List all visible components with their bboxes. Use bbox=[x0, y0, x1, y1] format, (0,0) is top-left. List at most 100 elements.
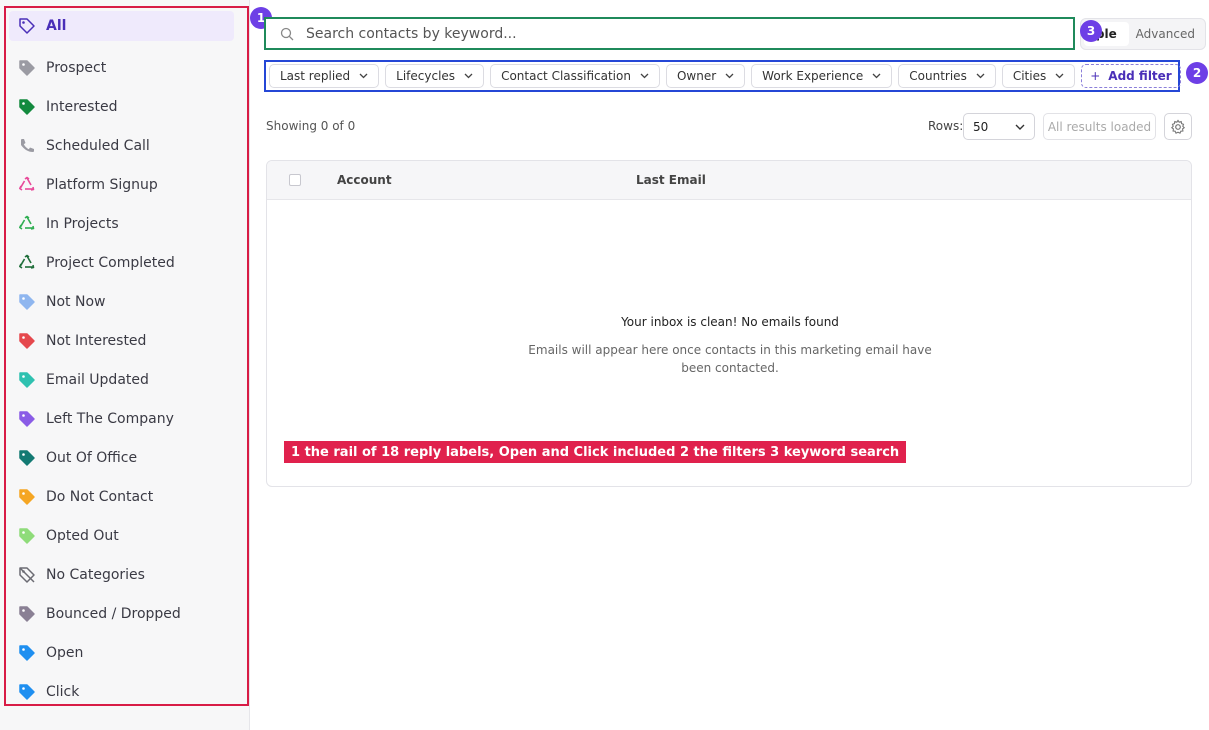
sidebar-item-label: No Categories bbox=[46, 566, 145, 583]
chevron-down-icon bbox=[872, 71, 881, 82]
annotation-legend: 1 the rail of 18 reply labels, Open and … bbox=[284, 441, 907, 463]
sidebar: All Prospect Interested Scheduled Call Platf… bbox=[0, 0, 250, 730]
phone-icon bbox=[17, 136, 37, 156]
plus-icon: + bbox=[1090, 69, 1101, 83]
chevron-down-icon bbox=[725, 71, 734, 82]
reply-labels-rail: All Prospect Interested Scheduled Call Platf… bbox=[4, 6, 249, 706]
annotation-badge-2: 2 bbox=[1186, 62, 1208, 84]
sidebar-item-click[interactable]: Click bbox=[9, 672, 234, 711]
add-filter-button[interactable]: + Add filter bbox=[1081, 64, 1181, 88]
tag-icon bbox=[17, 643, 37, 663]
filter-label: Lifecycles bbox=[396, 69, 456, 83]
tag-icon bbox=[17, 409, 37, 429]
sidebar-item-interested[interactable]: Interested bbox=[9, 87, 234, 126]
sidebar-item-label: Opted Out bbox=[46, 527, 119, 544]
sidebar-item-label: Not Interested bbox=[46, 332, 147, 349]
tag-icon bbox=[17, 604, 37, 624]
filter-last-replied[interactable]: Last replied bbox=[269, 64, 380, 88]
sidebar-item-platform-signup[interactable]: Platform Signup bbox=[9, 165, 234, 204]
annotation-badge-3: 3 bbox=[1080, 20, 1102, 42]
filter-cities[interactable]: Cities bbox=[1001, 64, 1076, 88]
recycle-icon bbox=[17, 253, 37, 273]
sidebar-item-project-completed[interactable]: Project Completed bbox=[9, 243, 234, 282]
rows-label: Rows: bbox=[928, 119, 964, 133]
add-filter-label: Add filter bbox=[1108, 69, 1172, 83]
sidebar-item-bounced-dropped[interactable]: Bounced / Dropped bbox=[9, 594, 234, 633]
sidebar-item-left-the-company[interactable]: Left The Company bbox=[9, 399, 234, 438]
empty-state-title: Your inbox is clean! No emails found bbox=[621, 315, 839, 329]
sidebar-item-label: Do Not Contact bbox=[46, 488, 154, 505]
sidebar-item-all[interactable]: All bbox=[9, 11, 234, 41]
sidebar-item-label: All bbox=[46, 18, 67, 34]
sidebar-item-not-now[interactable]: Not Now bbox=[9, 282, 234, 321]
sidebar-item-in-projects[interactable]: In Projects bbox=[9, 204, 234, 243]
sidebar-item-out-of-office[interactable]: Out Of Office bbox=[9, 438, 234, 477]
chevron-down-icon bbox=[1055, 71, 1064, 82]
sidebar-item-do-not-contact[interactable]: Do Not Contact bbox=[9, 477, 234, 516]
filter-label: Owner bbox=[676, 69, 717, 83]
sidebar-item-scheduled-call[interactable]: Scheduled Call bbox=[9, 126, 234, 165]
recycle-icon bbox=[17, 214, 37, 234]
chevron-down-icon bbox=[976, 71, 985, 82]
sidebar-item-label: In Projects bbox=[46, 215, 119, 232]
filter-work-experience[interactable]: Work Experience bbox=[751, 64, 893, 88]
filter-label: Countries bbox=[909, 69, 967, 83]
chevron-down-icon bbox=[640, 71, 649, 82]
sidebar-item-label: Platform Signup bbox=[46, 176, 158, 193]
filter-label: Last replied bbox=[280, 69, 351, 83]
tag-icon bbox=[17, 58, 37, 78]
search-box[interactable] bbox=[264, 17, 1075, 50]
tag-icon bbox=[17, 97, 37, 117]
rows-per-page-select[interactable]: 50 bbox=[963, 113, 1035, 140]
search-input[interactable] bbox=[306, 25, 1046, 42]
sidebar-item-label: Open bbox=[46, 644, 84, 661]
chevron-down-icon bbox=[464, 71, 473, 82]
column-header-account[interactable]: Account bbox=[337, 173, 392, 187]
sidebar-item-open[interactable]: Open bbox=[9, 633, 234, 672]
rows-value: 50 bbox=[973, 119, 989, 134]
sidebar-item-no-categories[interactable]: No Categories bbox=[9, 555, 234, 594]
all-results-loaded-button[interactable]: All results loaded bbox=[1043, 113, 1156, 140]
table-header: Account Last Email bbox=[267, 161, 1191, 200]
sidebar-item-label: Not Now bbox=[46, 293, 106, 310]
sidebar-item-label: Bounced / Dropped bbox=[46, 605, 181, 622]
gear-icon bbox=[1170, 119, 1186, 134]
search-icon bbox=[280, 27, 294, 40]
sidebar-item-label: Scheduled Call bbox=[46, 137, 150, 154]
tag-slash-icon bbox=[17, 565, 37, 585]
showing-count: Showing 0 of 0 bbox=[266, 119, 356, 133]
sidebar-item-prospect[interactable]: Prospect bbox=[9, 48, 234, 87]
sidebar-item-label: Click bbox=[46, 683, 80, 700]
filter-label: Contact Classification bbox=[501, 69, 631, 83]
sidebar-item-email-updated[interactable]: Email Updated bbox=[9, 360, 234, 399]
select-all-checkbox[interactable] bbox=[289, 174, 301, 186]
sidebar-item-label: Prospect bbox=[46, 59, 107, 76]
sidebar-item-opted-out[interactable]: Opted Out bbox=[9, 516, 234, 555]
tag-icon bbox=[17, 682, 37, 702]
sidebar-item-label: Project Completed bbox=[46, 254, 175, 271]
sidebar-item-label: Left The Company bbox=[46, 410, 174, 427]
chevron-down-icon bbox=[1015, 124, 1025, 130]
filter-countries[interactable]: Countries bbox=[898, 64, 996, 88]
chevron-down-icon bbox=[359, 71, 368, 82]
filter-bar: Last replied Lifecycles Contact Classifica… bbox=[264, 60, 1181, 92]
filter-owner[interactable]: Owner bbox=[665, 64, 746, 88]
filter-contact-classification[interactable]: Contact Classification bbox=[490, 64, 660, 88]
results-table: Account Last Email Your inbox is clean! … bbox=[266, 160, 1192, 487]
filter-label: Work Experience bbox=[762, 69, 864, 83]
tag-icon bbox=[17, 526, 37, 546]
table-settings-button[interactable] bbox=[1164, 113, 1192, 140]
tag-icon bbox=[17, 487, 37, 507]
tag-icon bbox=[17, 331, 37, 351]
filter-lifecycles[interactable]: Lifecycles bbox=[385, 64, 485, 88]
sidebar-item-label: Interested bbox=[46, 98, 118, 115]
tag-outline-icon bbox=[17, 16, 37, 36]
sidebar-item-not-interested[interactable]: Not Interested bbox=[9, 321, 234, 360]
sidebar-item-label: Email Updated bbox=[46, 371, 149, 388]
column-header-last-email[interactable]: Last Email bbox=[636, 173, 706, 187]
advanced-mode-button[interactable]: Advanced bbox=[1129, 22, 1202, 46]
filter-label: Cities bbox=[1012, 69, 1047, 83]
tag-icon bbox=[17, 370, 37, 390]
sidebar-item-label: Out Of Office bbox=[46, 449, 138, 466]
tag-icon bbox=[17, 448, 37, 468]
